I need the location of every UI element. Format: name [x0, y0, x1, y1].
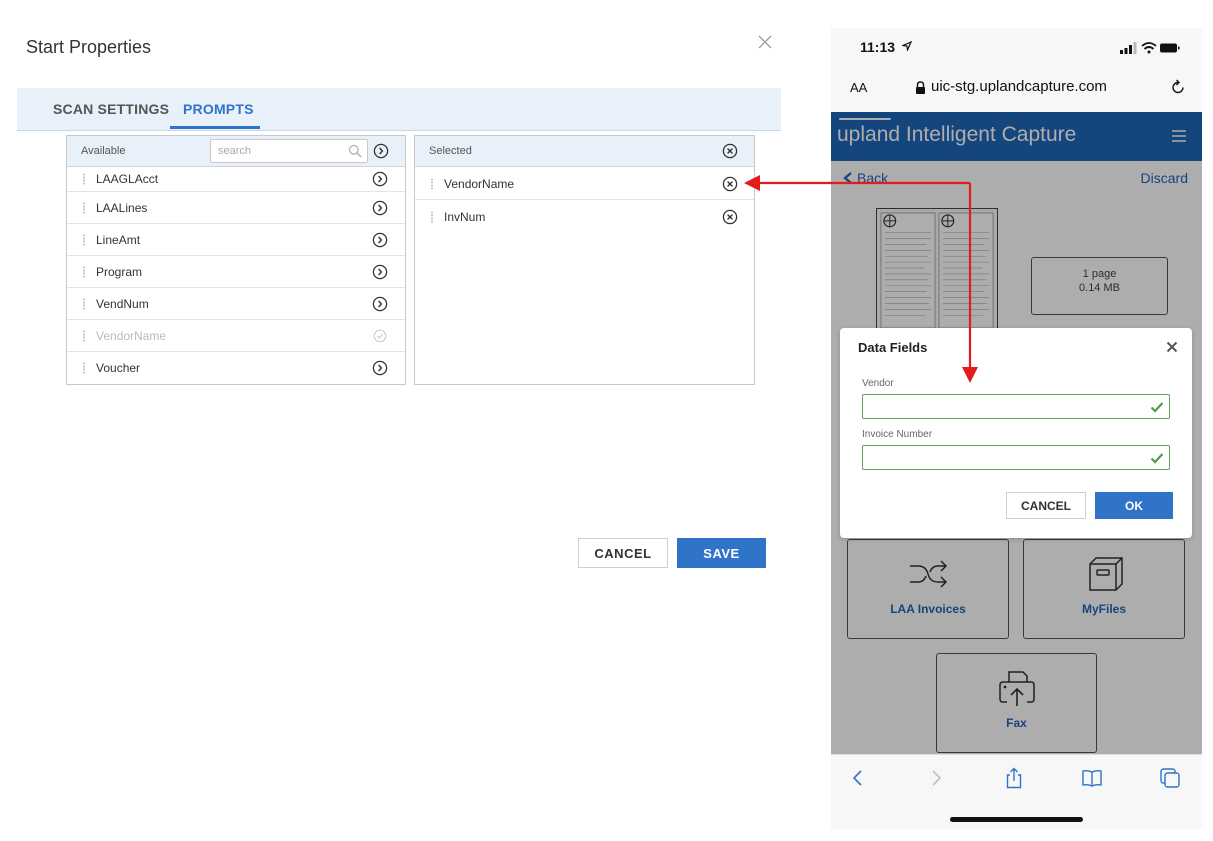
add-item-icon[interactable]	[372, 296, 388, 312]
list-item[interactable]: Voucher	[67, 352, 405, 384]
tab-scan-settings[interactable]: SCAN SETTINGS	[53, 101, 169, 117]
remove-item-icon[interactable]	[722, 176, 738, 192]
drag-handle-icon[interactable]	[83, 266, 85, 278]
status-bar: 11:13	[831, 28, 1202, 68]
list-item[interactable]: LAAGLAcct	[67, 167, 405, 192]
list-item[interactable]: VendNum	[67, 288, 405, 320]
text-size-button[interactable]: AA	[850, 80, 867, 95]
drag-handle-icon[interactable]	[83, 202, 85, 214]
location-icon	[902, 41, 912, 51]
item-label: LineAmt	[96, 233, 141, 247]
available-list: LAAGLAcct LAALines LineAmt Program VendN	[67, 167, 405, 384]
available-panel: Available LAAGLAcct LAALines	[66, 135, 406, 385]
web-content: upland Intelligent Capture Back Discard	[831, 112, 1202, 754]
status-indicators-icon	[1120, 42, 1180, 54]
browser-url-bar: AA uic-stg.uplandcapture.com	[831, 72, 1202, 104]
modal-title: Data Fields	[858, 340, 928, 355]
dialog-title: Start Properties	[26, 37, 152, 57]
list-item[interactable]: LAALines	[67, 192, 405, 224]
reload-icon[interactable]	[1170, 79, 1186, 95]
vendor-label: Vendor	[862, 378, 894, 389]
bookmarks-icon[interactable]	[1081, 767, 1103, 789]
list-item-disabled: VendorName	[67, 320, 405, 352]
search-icon[interactable]	[348, 144, 362, 158]
active-tab-indicator	[170, 126, 260, 129]
item-label: InvNum	[444, 210, 486, 224]
list-item[interactable]: LineAmt	[67, 224, 405, 256]
tabs-icon[interactable]	[1159, 767, 1181, 789]
drag-handle-icon[interactable]	[83, 298, 85, 310]
back-icon[interactable]	[847, 767, 869, 789]
check-icon	[1150, 453, 1164, 464]
url-text[interactable]: uic-stg.uplandcapture.com	[931, 78, 1107, 95]
status-time: 11:13	[860, 39, 896, 55]
tab-bar: SCAN SETTINGS PROMPTS	[17, 88, 781, 131]
selected-header: Selected	[415, 136, 754, 167]
tab-prompts[interactable]: PROMPTS	[183, 101, 254, 117]
add-item-icon[interactable]	[372, 264, 388, 280]
lock-icon	[916, 81, 925, 94]
item-label: Program	[96, 265, 143, 279]
selected-item[interactable]: VendorName	[415, 167, 754, 200]
selected-panel: Selected VendorName InvNum	[414, 135, 755, 385]
invoice-number-label: Invoice Number	[862, 429, 933, 440]
selected-item[interactable]: InvNum	[415, 200, 754, 233]
home-indicator	[950, 817, 1083, 822]
add-all-icon[interactable]	[373, 143, 389, 159]
invoice-number-input[interactable]	[863, 446, 1143, 469]
drag-handle-icon[interactable]	[83, 234, 85, 246]
close-icon[interactable]	[757, 34, 773, 50]
add-item-icon[interactable]	[372, 171, 388, 187]
remove-item-icon[interactable]	[722, 209, 738, 225]
add-item-icon[interactable]	[372, 360, 388, 376]
search-input[interactable]	[211, 140, 341, 162]
item-label: LAAGLAcct	[96, 172, 159, 186]
drag-handle-icon[interactable]	[431, 211, 433, 223]
selected-header-label: Selected	[429, 145, 472, 157]
vendor-field-box	[862, 394, 1170, 419]
drag-handle-icon[interactable]	[83, 173, 85, 185]
add-item-icon[interactable]	[372, 232, 388, 248]
share-icon[interactable]	[1003, 767, 1025, 789]
modal-ok-button[interactable]: OK	[1095, 492, 1173, 519]
add-item-icon[interactable]	[372, 200, 388, 216]
data-fields-modal: Data Fields Vendor Invoice Number CANCEL…	[840, 328, 1192, 538]
check-circle-icon	[373, 329, 387, 343]
available-header: Available	[67, 136, 405, 167]
invoice-number-field-box	[862, 445, 1170, 470]
drag-handle-icon[interactable]	[431, 178, 433, 190]
item-label: Voucher	[96, 361, 141, 375]
forward-icon[interactable]	[925, 767, 947, 789]
check-icon	[1150, 402, 1164, 413]
phone-screen: 11:13 AA uic-stg.uplandcapture.com uplan…	[831, 28, 1202, 829]
close-icon[interactable]	[1166, 341, 1178, 353]
drag-handle-icon	[83, 330, 85, 342]
drag-handle-icon[interactable]	[83, 362, 85, 374]
save-button[interactable]: SAVE	[677, 538, 766, 568]
search-box	[210, 139, 368, 163]
modal-cancel-button[interactable]: CANCEL	[1006, 492, 1086, 519]
vendor-input[interactable]	[863, 395, 1143, 418]
browser-toolbar	[831, 754, 1202, 829]
item-label: VendorName	[444, 177, 515, 191]
item-label: VendNum	[96, 297, 149, 311]
selected-list: VendorName InvNum	[415, 167, 754, 233]
available-header-label: Available	[81, 145, 126, 157]
item-label: LAALines	[96, 201, 148, 215]
list-item[interactable]: Program	[67, 256, 405, 288]
item-label: VendorName	[96, 329, 167, 343]
cancel-button[interactable]: CANCEL	[578, 538, 668, 568]
remove-all-icon[interactable]	[722, 143, 738, 159]
